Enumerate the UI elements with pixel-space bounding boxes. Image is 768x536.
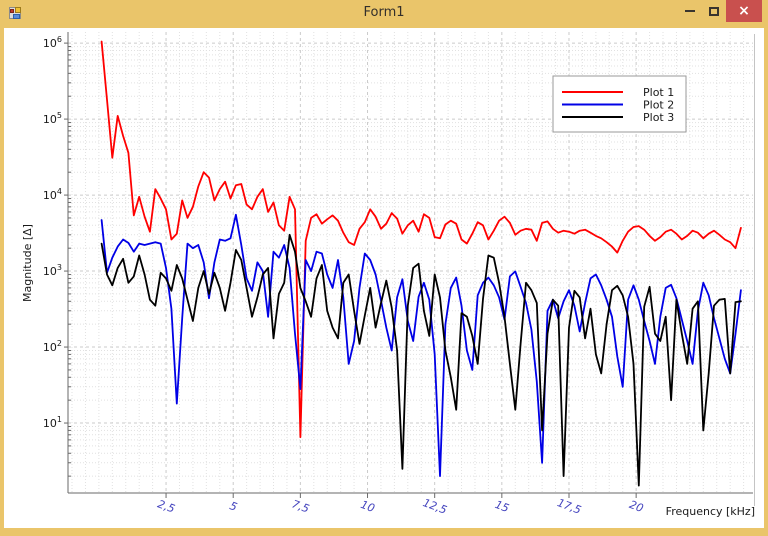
window-title: Form1 xyxy=(0,5,768,20)
legend-label: Plot 1 xyxy=(643,86,674,99)
y-axis-labels: 101 102 103 104 105 106 xyxy=(43,35,68,430)
chart-panel: 2,5 5 7,5 10 12,5 15 17,5 20 101 102 103 104 105 106 F… xyxy=(4,28,764,528)
y-tick-label: 106 xyxy=(43,35,62,50)
x-tick-label: 20 xyxy=(628,498,646,515)
maximize-button[interactable] xyxy=(702,0,726,22)
minimize-icon xyxy=(685,10,695,12)
legend: Plot 1Plot 2Plot 3 xyxy=(553,76,686,132)
maximize-icon xyxy=(709,7,719,16)
legend-label: Plot 3 xyxy=(643,111,674,124)
x-tick-label: 17,5 xyxy=(555,496,582,517)
close-icon: × xyxy=(738,3,750,19)
y-tick-label: 104 xyxy=(43,187,62,202)
x-axis-title: Frequency [kHz] xyxy=(666,505,755,518)
x-tick-label: 2,5 xyxy=(156,497,177,515)
series-line-plot-2 xyxy=(102,215,741,476)
x-axis-labels: 2,5 5 7,5 10 12,5 15 17,5 20 xyxy=(156,493,645,517)
caption-buttons: × xyxy=(678,0,768,22)
y-tick-label: 102 xyxy=(43,339,62,354)
x-tick-label: 5 xyxy=(228,499,239,514)
x-tick-label: 12,5 xyxy=(421,496,448,517)
x-tick-label: 15 xyxy=(493,498,511,515)
close-button[interactable]: × xyxy=(726,0,762,22)
legend-label: Plot 2 xyxy=(643,99,674,112)
minimize-button[interactable] xyxy=(678,0,702,22)
x-tick-label: 7,5 xyxy=(290,497,311,515)
title-bar[interactable]: Form1 × xyxy=(0,0,768,28)
y-axis-title: Magnitude [Δ] xyxy=(21,224,34,302)
x-tick-label: 10 xyxy=(359,498,377,515)
app-window: Form1 × 2,557,51012,51517,52010110210310… xyxy=(0,0,768,536)
y-tick-label: 103 xyxy=(43,263,62,278)
magnitude-frequency-chart: 2,5 5 7,5 10 12,5 15 17,5 20 101 102 103 104 105 106 F… xyxy=(4,28,764,528)
y-tick-label: 105 xyxy=(43,111,62,126)
y-tick-label: 101 xyxy=(43,415,62,430)
